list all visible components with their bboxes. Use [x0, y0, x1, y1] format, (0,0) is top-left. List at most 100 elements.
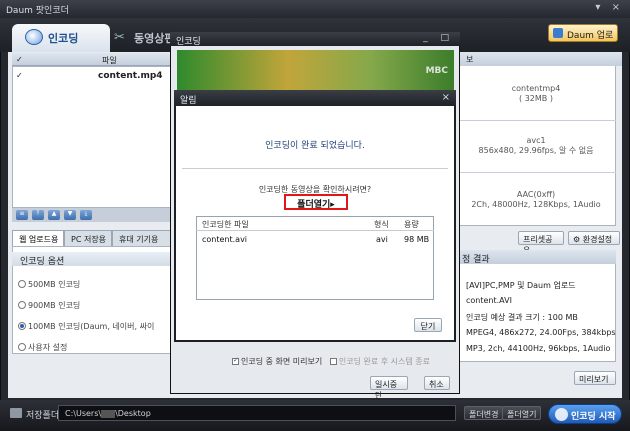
row-size: 98 MB [404, 235, 430, 244]
alert-close-label: 닫기 [420, 322, 436, 331]
file-info-header-text: 보 [466, 55, 474, 64]
encoding-options-row: 인코딩 중 화면 미리보기 인코딩 완료 후 시스템 종료 [232, 356, 430, 367]
preview-label: 미리보기 [579, 375, 609, 384]
file-row-checkbox[interactable]: ✓ [16, 71, 23, 80]
file-column-header: 파일 [102, 56, 117, 65]
move-up-button[interactable]: ▲ [48, 210, 60, 220]
close-icon[interactable]: × [442, 92, 450, 103]
option-500mb[interactable]: 500MB 인코딩 [18, 279, 81, 290]
video-preview: MBC [177, 50, 454, 90]
result-line: MPEG4, 486x272, 24.00Fps, 384kbps [466, 328, 616, 337]
option-100mb[interactable]: 100MB 인코딩(Daum, 네이버, 싸이 [18, 321, 155, 332]
preview-button[interactable]: 미리보기 [574, 371, 616, 385]
move-down-button[interactable]: ▼ [64, 210, 76, 220]
result-line: 인코딩 예상 결과 크기 : 100 MB [466, 313, 578, 322]
info-divider [456, 120, 616, 121]
save-path-prefix: C:\Users\ [65, 409, 102, 418]
open-folder-button[interactable]: 폴더열기 [502, 406, 542, 420]
table-header-divider [196, 230, 434, 231]
result-line: [AVI]PC,PMP 및 Daum 업로드 [466, 281, 576, 290]
file-info-header: 보 [456, 52, 622, 66]
select-all-checkbox[interactable]: ✓ [16, 55, 23, 64]
open-folder-link-label: 폴더열기 [297, 200, 331, 210]
option-100mb-label: 100MB 인코딩(Daum, 네이버, 싸이 [28, 322, 155, 331]
change-folder-label: 폴더변경 [469, 410, 499, 419]
start-encoding-button[interactable]: 인코딩 시작 [548, 404, 622, 424]
shutdown-checkbox[interactable] [329, 358, 337, 365]
window-controls[interactable]: ▾ × [595, 2, 624, 13]
info-divider [456, 172, 616, 173]
cancel-button[interactable]: 취소 [424, 376, 450, 390]
option-custom[interactable]: 사용자 설정 [18, 342, 68, 353]
arrow-icon: ▸ [330, 200, 335, 210]
option-900mb-label: 900MB 인코딩 [28, 301, 81, 310]
option-custom-label: 사용자 설정 [28, 343, 68, 352]
preset-share-button[interactable]: 프리셋공유 [518, 231, 564, 255]
info-video-detail: 856x480, 29.96fps, 알 수 없음 [478, 146, 594, 155]
redacted-username [101, 409, 116, 418]
option-900mb[interactable]: 900MB 인코딩 [18, 300, 81, 311]
start-icon [555, 408, 568, 421]
alert-title: 알림 [180, 96, 197, 106]
broadcast-logo: MBC [425, 66, 448, 76]
alert-titlebar: 알림 × [174, 90, 456, 106]
info-size: ( 32MB ) [519, 94, 553, 103]
result-header: 정 결과 [456, 250, 616, 265]
tab-video-edit-label: 동영상편 [134, 32, 175, 45]
info-video-codec: avc1 [526, 136, 546, 145]
info-audio-detail: 2Ch, 48000Hz, 128Kbps, 1Audio [471, 200, 601, 209]
alert-divider [182, 168, 448, 169]
start-encoding-label: 인코딩 시작 [571, 412, 616, 422]
col-header-size: 용량 [404, 220, 419, 229]
shutdown-checkbox-label: 인코딩 완료 후 시스템 종료 [338, 357, 431, 366]
tab-web-upload-label: 웹 업로드용 [19, 235, 59, 244]
move-bottom-button[interactable]: ⤓ [80, 210, 92, 220]
tab-pc-save[interactable]: PC 저장용 [64, 230, 112, 246]
tab-encoding[interactable]: 인코딩 [12, 24, 110, 52]
app-title: Daum 팟인코더 [6, 6, 69, 16]
list-all-button[interactable]: ≡ [16, 210, 28, 220]
open-folder-label: 폴더열기 [507, 410, 537, 419]
file-name: content.mp4 [98, 71, 163, 81]
tab-web-upload[interactable]: 웹 업로드용 [12, 230, 64, 246]
info-file: contentmp4 [511, 84, 561, 93]
radio-100mb[interactable] [18, 322, 26, 330]
tab-encoding-label: 인코딩 [48, 32, 79, 45]
option-500mb-label: 500MB 인코딩 [28, 280, 81, 289]
change-folder-button[interactable]: 폴더변경 [464, 406, 504, 420]
alert-close-button[interactable]: 닫기 [414, 318, 442, 332]
settings-label: 환경설정 [582, 235, 613, 244]
disc-icon [25, 29, 43, 45]
pause-button[interactable]: 일시중단 [370, 376, 408, 400]
save-path-suffix: \Desktop [115, 409, 151, 418]
folder-icon [10, 408, 22, 418]
gear-icon: ⚙ [573, 235, 581, 244]
move-top-button[interactable]: ⤒ [32, 210, 44, 220]
radio-custom[interactable] [18, 343, 26, 351]
col-header-format: 형식 [374, 220, 389, 229]
radio-500mb[interactable] [18, 280, 26, 288]
daum-upload-button[interactable]: Daum 업로드 [548, 24, 618, 54]
col-header-file: 인코딩한 파일 [202, 220, 249, 229]
title-bar: Daum 팟인코더 ▾ × [0, 0, 630, 18]
result-line: MP3, 2ch, 44100Hz, 96kbps, 1Audio [466, 344, 611, 353]
dialog-window-controls[interactable]: _ □ [423, 33, 454, 43]
radio-900mb[interactable] [18, 301, 26, 309]
settings-button[interactable]: ⚙ 환경설정 [568, 231, 620, 245]
row-format: avi [376, 235, 388, 244]
tab-pc-save-label: PC 저장용 [71, 235, 107, 244]
scissors-icon: ✂ [114, 30, 125, 45]
row-file[interactable]: content.avi [202, 235, 247, 244]
alert-message: 인코딩이 완료 되었습니다. [265, 141, 365, 151]
result-line: content.AVI [466, 296, 512, 305]
open-folder-link[interactable]: 폴더열기▸ [284, 194, 348, 210]
info-audio-codec: AAC(0xff) [516, 190, 556, 199]
tab-mobile-device[interactable]: 휴대 기기용 [112, 230, 172, 246]
options-title: 인코딩 옵션 [12, 252, 176, 267]
save-folder-label: 저장폴더 [26, 411, 60, 421]
preview-checkbox[interactable] [232, 356, 239, 365]
cancel-label: 취소 [429, 380, 444, 389]
save-path-field[interactable]: C:\Users\ \Desktop [58, 405, 456, 421]
tab-mobile-device-label: 휴대 기기용 [119, 235, 159, 244]
result-header-text: 정 결과 [462, 255, 490, 265]
